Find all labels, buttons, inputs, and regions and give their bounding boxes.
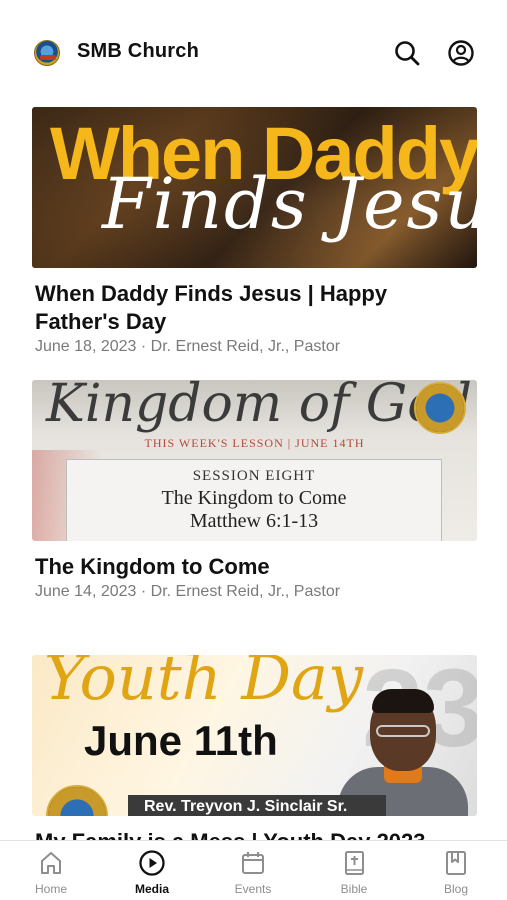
- thumbnail-script-text: Finds Jesus: [102, 163, 477, 245]
- media-title[interactable]: When Daddy Finds Jesus | Happy Father's …: [32, 280, 477, 336]
- search-button[interactable]: [392, 38, 422, 68]
- media-thumbnail[interactable]: 23 Youth Day June 11th Rev. Treyvon J. S…: [32, 655, 477, 816]
- tab-blog[interactable]: Blog: [416, 849, 496, 896]
- media-card[interactable]: 23 Youth Day June 11th Rev. Treyvon J. S…: [32, 655, 477, 840]
- media-title[interactable]: The Kingdom to Come: [32, 553, 477, 581]
- tab-label: Media: [134, 882, 169, 896]
- church-seal-icon: [46, 785, 108, 816]
- tab-home[interactable]: Home: [11, 849, 91, 896]
- tab-label: Blog: [443, 882, 469, 896]
- thumbnail-speaker-name: Rev. Treyvon J. Sinclair Sr.: [128, 795, 386, 816]
- thumbnail-date: June 11th: [84, 717, 278, 764]
- bookmark-icon: [446, 851, 466, 875]
- play-circle-icon: [139, 850, 165, 876]
- media-card[interactable]: Kingdom of God THIS WEEK'S LESSON | JUNE…: [32, 380, 477, 601]
- thumbnail-lesson-title: The Kingdom to Come: [161, 487, 347, 509]
- account-button[interactable]: [446, 38, 476, 68]
- church-logo-icon: [34, 40, 60, 66]
- tab-label: Home: [34, 882, 67, 896]
- tab-media[interactable]: Media: [112, 849, 192, 896]
- calendar-icon: [242, 852, 264, 874]
- tab-events[interactable]: Events: [213, 849, 293, 896]
- media-thumbnail[interactable]: When Daddy Finds Jesus: [32, 107, 477, 268]
- media-meta: June 18, 2023 · Dr. Ernest Reid, Jr., Pa…: [35, 338, 341, 355]
- tab-label: Events: [234, 882, 272, 896]
- media-feed[interactable]: When Daddy Finds Jesus When Daddy Finds …: [0, 100, 507, 840]
- thumbnail-verse: Matthew 6:1-13: [189, 510, 319, 532]
- media-title[interactable]: My Family is a Mess | Youth Day 2023: [32, 828, 477, 840]
- thumbnail-lesson-box: SESSION EIGHT The Kingdom to Come Matthe…: [66, 459, 442, 541]
- search-icon: [395, 41, 420, 66]
- account-icon: [448, 40, 474, 66]
- thumbnail-script-text: Kingdom of God: [46, 380, 472, 434]
- bible-icon: [345, 851, 364, 875]
- app-header: SMB Church: [0, 0, 507, 100]
- bottom-tab-bar: Home Media Events Bible Blog: [0, 840, 507, 900]
- thumbnail-session: SESSION EIGHT: [192, 468, 316, 484]
- thumbnail-lesson-strip: THIS WEEK'S LESSON | JUNE 14TH: [144, 436, 365, 450]
- media-meta: June 14, 2023 · Dr. Ernest Reid, Jr., Pa…: [35, 583, 341, 600]
- home-icon: [41, 852, 61, 874]
- tab-bible[interactable]: Bible: [314, 849, 394, 896]
- media-card[interactable]: When Daddy Finds Jesus When Daddy Finds …: [32, 107, 477, 356]
- app-title: SMB Church: [77, 40, 199, 62]
- tab-label: Bible: [340, 882, 368, 896]
- thumbnail-script-text: Youth Day: [44, 655, 364, 714]
- media-thumbnail[interactable]: Kingdom of God THIS WEEK'S LESSON | JUNE…: [32, 380, 477, 541]
- church-seal-icon: [414, 382, 466, 434]
